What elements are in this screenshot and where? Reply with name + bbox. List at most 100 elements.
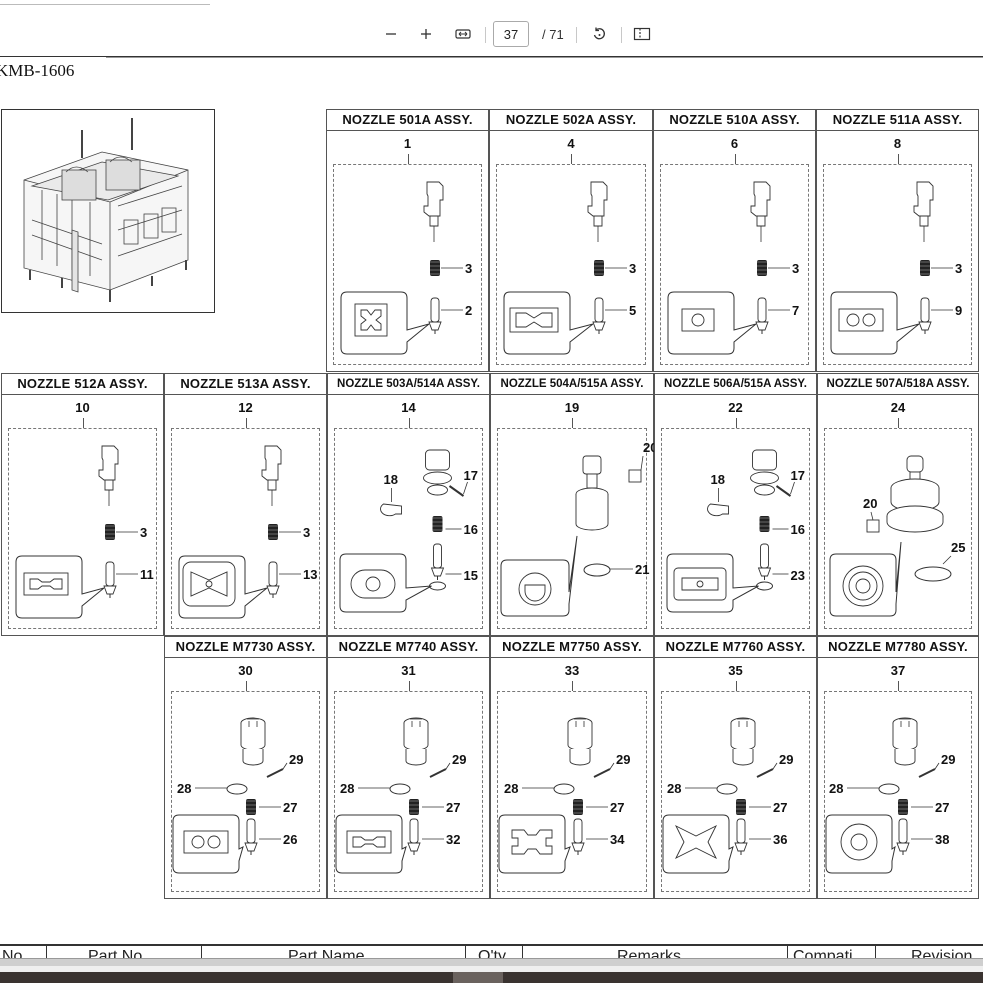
o-ring-part bbox=[429, 581, 446, 591]
spring-part bbox=[920, 260, 930, 276]
nozzle-tip-part bbox=[734, 818, 748, 855]
nozzle-assembly-cell: NOZZLE 502A ASSY. 4 3 5 bbox=[489, 109, 653, 372]
page-view-button[interactable] bbox=[631, 22, 653, 46]
part-number-label: 28 bbox=[177, 781, 191, 796]
tip-shape-callout bbox=[662, 814, 734, 874]
part-number-label: 3 bbox=[955, 261, 962, 276]
zoom-in-button[interactable] bbox=[416, 22, 436, 46]
leader-line bbox=[640, 455, 644, 471]
nozzle-assembly-cell: NOZZLE 511A ASSY. 8 3 9 bbox=[816, 109, 979, 372]
nozzle-holder-part bbox=[240, 717, 266, 766]
part-number-label: 28 bbox=[667, 781, 681, 796]
label-part bbox=[628, 469, 642, 483]
nozzle-tip-part bbox=[428, 297, 442, 334]
zoom-out-button[interactable] bbox=[381, 22, 401, 46]
part-number-label: 18 bbox=[711, 472, 725, 487]
leader-line bbox=[445, 762, 451, 770]
spring-part bbox=[898, 799, 908, 815]
rotate-icon bbox=[593, 27, 605, 40]
nozzle-assembly-cell: NOZZLE M7780 ASSY. 37 29 28 27 38 bbox=[817, 636, 979, 899]
nozzle-tip-part bbox=[918, 297, 932, 334]
exploded-view-drawing: 32 bbox=[340, 181, 472, 355]
pdf-toolbar: / 71 bbox=[0, 12, 983, 57]
tip-shape-callout bbox=[829, 541, 902, 617]
fit-width-icon bbox=[455, 29, 471, 39]
o-ring-part bbox=[583, 563, 611, 577]
exploded-view-drawing: 39 bbox=[830, 181, 962, 355]
part-number-label: 25 bbox=[951, 540, 965, 555]
part-number-label: 3 bbox=[140, 525, 147, 540]
nozzle-holder-part bbox=[750, 449, 779, 496]
part-number-label: 9 bbox=[955, 303, 962, 318]
toolbar-separator bbox=[621, 27, 622, 43]
nozzle-tip-part bbox=[103, 561, 117, 598]
tip-shape-callout bbox=[178, 555, 268, 619]
part-number-label: 3 bbox=[629, 261, 636, 276]
rotate-button[interactable] bbox=[588, 22, 610, 46]
spring-part bbox=[430, 260, 440, 276]
part-number-label: 38 bbox=[935, 832, 949, 847]
exploded-view-drawing: 29 28 27 26 bbox=[172, 717, 303, 874]
tip-shape-callout bbox=[172, 814, 244, 874]
nozzle-head-part bbox=[98, 445, 119, 506]
leader-line bbox=[934, 762, 940, 770]
exploded-view-drawing: 35 bbox=[503, 181, 636, 355]
tip-shape-callout bbox=[830, 291, 920, 355]
part-number-label: 29 bbox=[289, 752, 303, 767]
tab-edge bbox=[0, 0, 210, 5]
o-ring-part bbox=[389, 783, 411, 795]
nozzle-head-part bbox=[587, 181, 608, 242]
part-number-label: 11 bbox=[140, 567, 154, 582]
nozzle-assembly-cell: NOZZLE M7760 ASSY. 35 29 28 27 36 bbox=[654, 636, 817, 899]
part-number-label: 29 bbox=[616, 752, 630, 767]
toolbar-separator bbox=[576, 27, 577, 43]
tip-shape-callout bbox=[335, 814, 407, 874]
tip-shape-callout bbox=[339, 553, 432, 613]
exploded-view-drawing: 3 13 bbox=[178, 445, 317, 619]
part-number-label: 13 bbox=[303, 567, 317, 582]
tip-shape-callout bbox=[340, 291, 430, 355]
spring-part bbox=[409, 799, 419, 815]
part-number-label: 27 bbox=[773, 800, 787, 815]
part-number-label: 28 bbox=[504, 781, 518, 796]
document-model-code: KMB-1606 bbox=[0, 61, 75, 80]
nozzle-assembly-cell: NOZZLE 512A ASSY. 10 3 11 bbox=[1, 373, 164, 636]
taskbar-active-item[interactable] bbox=[453, 972, 503, 983]
nozzle-tip-part bbox=[896, 818, 910, 855]
pin-part bbox=[775, 485, 792, 497]
nozzle-assembly-cell: NOZZLE 501A ASSY. 1 3 2 bbox=[326, 109, 489, 372]
machine-overview-image bbox=[1, 109, 215, 313]
part-number-label: 32 bbox=[446, 832, 460, 847]
part-number-label: 3 bbox=[792, 261, 799, 276]
spring-part bbox=[594, 260, 604, 276]
nozzle-assembly-cell: NOZZLE M7750 ASSY. 33 29 28 27 34 bbox=[490, 636, 654, 899]
nozzle-tip-part bbox=[430, 543, 445, 580]
exploded-view-drawing: 29 28 27 36 bbox=[662, 717, 793, 874]
pin-part bbox=[593, 768, 611, 778]
nozzle-assembly-cell: NOZZLE M7740 ASSY. 31 29 28 27 32 bbox=[327, 636, 490, 899]
part-number-label: 21 bbox=[635, 562, 649, 577]
part-number-label: 3 bbox=[303, 525, 310, 540]
fit-width-button[interactable] bbox=[452, 22, 474, 46]
o-ring-part bbox=[553, 783, 575, 795]
leader-line bbox=[463, 481, 468, 495]
nozzle-holder-part bbox=[403, 717, 429, 766]
spring-part bbox=[246, 799, 256, 815]
plus-icon bbox=[421, 29, 431, 39]
leader-line bbox=[942, 555, 952, 565]
part-number-label: 17 bbox=[791, 468, 805, 483]
spring-part bbox=[105, 524, 115, 540]
nozzle-holder-part bbox=[892, 717, 918, 766]
exploded-view-drawing: 37 bbox=[667, 181, 799, 355]
pin-part bbox=[756, 768, 774, 778]
page-number-input[interactable] bbox=[493, 21, 529, 47]
tip-shape-callout bbox=[15, 555, 105, 619]
page-total: / 71 bbox=[542, 27, 564, 42]
part-number-label: 36 bbox=[773, 832, 787, 847]
pin-part bbox=[266, 768, 284, 778]
nozzle-assembly-cell: NOZZLE 507A/518A ASSY. 24 20 25 bbox=[817, 373, 979, 636]
mounter-machine-illustration bbox=[23, 118, 189, 302]
nozzle-assembly-cell: NOZZLE 504A/515A ASSY. 19 20 21 bbox=[490, 373, 655, 636]
part-number-label: 2 bbox=[465, 303, 472, 318]
nozzle-tip-part bbox=[571, 818, 585, 855]
